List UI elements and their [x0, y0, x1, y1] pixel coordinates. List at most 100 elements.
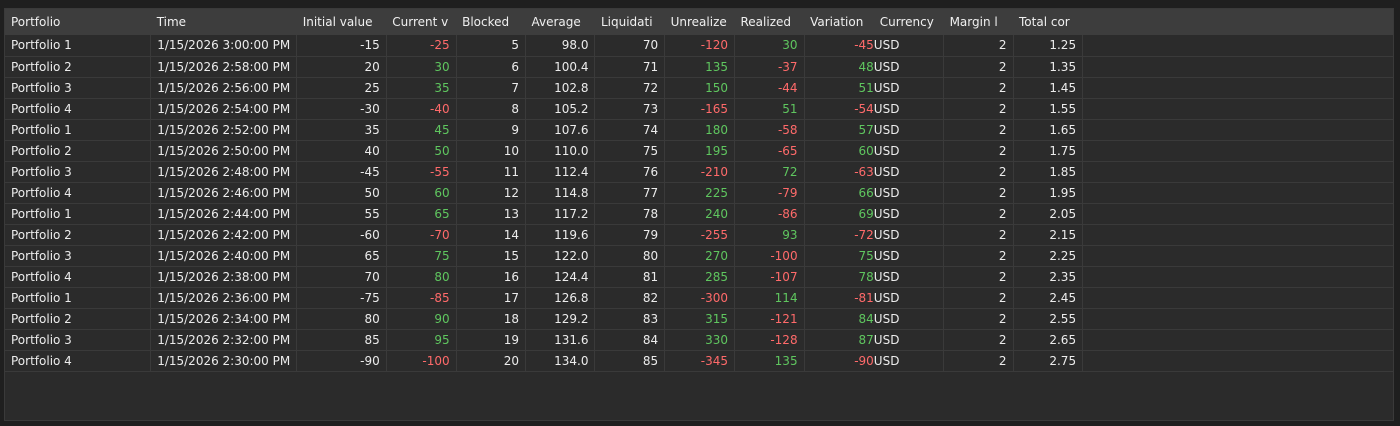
average-cell: 98.0 [525, 35, 596, 57]
liquidation-cell: 71 [594, 56, 666, 78]
table-row[interactable]: Portfolio 4 1/15/2026 2:54:00 PM -30 -40 8 10… [5, 98, 1393, 120]
blocked-cell: 20 [456, 350, 526, 372]
margin-cell: 2 [943, 245, 1014, 267]
column-header-portfolio[interactable]: Portfolio [5, 9, 151, 35]
total-cell: 2.65 [1013, 329, 1084, 351]
column-header-current-value[interactable]: Current v [386, 9, 456, 35]
realized-cell: -86 [734, 203, 805, 225]
average-cell: 110.0 [525, 140, 596, 162]
liquidation-cell: 77 [594, 182, 666, 204]
current-value-cell: -100 [386, 350, 457, 372]
table-row[interactable]: Portfolio 1 1/15/2026 3:00:00 PM -15 -25 5 98… [5, 35, 1393, 57]
portfolio-grid[interactable]: Portfolio Time Initial value Current v Block… [4, 8, 1394, 421]
margin-cell: 2 [943, 119, 1014, 141]
variation-cell: -90 [804, 350, 874, 372]
liquidation-cell: 75 [594, 140, 666, 162]
total-cell: 2.25 [1013, 245, 1084, 267]
column-header-realized[interactable]: Realized [735, 9, 805, 35]
row-filler [1082, 140, 1393, 162]
column-header-blocked[interactable]: Blocked [456, 9, 525, 35]
table-row[interactable]: Portfolio 1 1/15/2026 2:44:00 PM 55 65 13 117… [5, 203, 1393, 225]
blocked-cell: 5 [456, 35, 526, 57]
unrealized-cell: 135 [664, 56, 735, 78]
column-header-liquidation[interactable]: Liquidati [595, 9, 665, 35]
current-value-cell: 35 [386, 77, 457, 99]
average-cell: 134.0 [525, 350, 596, 372]
row-filler [1082, 77, 1393, 99]
table-row[interactable]: Portfolio 3 1/15/2026 2:48:00 PM -45 -55 11 1… [5, 161, 1393, 183]
blocked-cell: 9 [456, 119, 526, 141]
currency-cell: USD [873, 35, 945, 57]
variation-cell: 48 [804, 56, 874, 78]
margin-cell: 2 [943, 224, 1014, 246]
portfolio-cell: Portfolio 3 [5, 245, 152, 267]
initial-value-cell: 25 [296, 77, 387, 99]
table-row[interactable]: Portfolio 4 1/15/2026 2:30:00 PM -90 -100 20… [5, 350, 1393, 372]
table-row[interactable]: Portfolio 2 1/15/2026 2:50:00 PM 40 50 10 110… [5, 140, 1393, 162]
currency-cell: USD [873, 182, 945, 204]
liquidation-cell: 84 [594, 329, 666, 351]
variation-cell: 51 [804, 77, 874, 99]
average-cell: 112.4 [525, 161, 596, 183]
column-header-margin[interactable]: Margin l [944, 9, 1013, 35]
realized-cell: 135 [734, 350, 805, 372]
table-row[interactable]: Portfolio 4 1/15/2026 2:46:00 PM 50 60 12 114… [5, 182, 1393, 204]
current-value-cell: -40 [386, 98, 457, 120]
table-row[interactable]: Portfolio 2 1/15/2026 2:58:00 PM 20 30 6 100.… [5, 56, 1393, 78]
current-value-cell: -85 [386, 287, 457, 309]
table-row[interactable]: Portfolio 3 1/15/2026 2:32:00 PM 85 95 19 131… [5, 329, 1393, 351]
total-cell: 1.35 [1013, 56, 1084, 78]
margin-cell: 2 [943, 329, 1014, 351]
liquidation-cell: 70 [594, 35, 666, 57]
table-row[interactable]: Portfolio 1 1/15/2026 2:36:00 PM -75 -85 17 1… [5, 287, 1393, 309]
total-cell: 1.25 [1013, 35, 1084, 57]
average-cell: 119.6 [525, 224, 596, 246]
column-header-currency[interactable]: Currency [874, 9, 944, 35]
currency-cell: USD [873, 203, 945, 225]
realized-cell: 51 [734, 98, 805, 120]
row-filler [1082, 203, 1393, 225]
variation-cell: -72 [804, 224, 874, 246]
variation-cell: 75 [804, 245, 874, 267]
average-cell: 114.8 [525, 182, 596, 204]
table-header: Portfolio Time Initial value Current v Block… [5, 9, 1393, 35]
margin-cell: 2 [943, 161, 1014, 183]
time-cell: 1/15/2026 2:54:00 PM [150, 98, 298, 120]
column-header-time[interactable]: Time [151, 9, 297, 35]
table-row[interactable]: Portfolio 4 1/15/2026 2:38:00 PM 70 80 16 124… [5, 266, 1393, 288]
table-row[interactable]: Portfolio 2 1/15/2026 2:34:00 PM 80 90 18 129… [5, 308, 1393, 330]
portfolio-cell: Portfolio 4 [5, 182, 152, 204]
blocked-cell: 7 [456, 77, 526, 99]
current-value-cell: 30 [386, 56, 457, 78]
variation-cell: -63 [804, 161, 874, 183]
time-cell: 1/15/2026 2:34:00 PM [150, 308, 298, 330]
table-row[interactable]: Portfolio 3 1/15/2026 2:40:00 PM 65 75 15 122… [5, 245, 1393, 267]
table-row[interactable]: Portfolio 2 1/15/2026 2:42:00 PM -60 -70 14 1… [5, 224, 1393, 246]
time-cell: 1/15/2026 2:42:00 PM [150, 224, 298, 246]
header-row: Portfolio Time Initial value Current v Block… [5, 9, 1393, 35]
column-header-total[interactable]: Total cor [1013, 9, 1083, 35]
portfolio-cell: Portfolio 3 [5, 161, 152, 183]
blocked-cell: 10 [456, 140, 526, 162]
table-row[interactable]: Portfolio 3 1/15/2026 2:56:00 PM 25 35 7 102.… [5, 77, 1393, 99]
initial-value-cell: 40 [296, 140, 387, 162]
unrealized-cell: -120 [664, 35, 735, 57]
total-cell: 1.95 [1013, 182, 1084, 204]
unrealized-cell: 180 [664, 119, 735, 141]
margin-cell: 2 [943, 203, 1014, 225]
total-cell: 1.45 [1013, 77, 1084, 99]
current-value-cell: 65 [386, 203, 457, 225]
current-value-cell: 95 [386, 329, 457, 351]
table-row[interactable]: Portfolio 1 1/15/2026 2:52:00 PM 35 45 9 107.… [5, 119, 1393, 141]
column-header-variation[interactable]: Variation [804, 9, 874, 35]
current-value-cell: 60 [386, 182, 457, 204]
variation-cell: 60 [804, 140, 874, 162]
variation-cell: 78 [804, 266, 874, 288]
column-header-initial-value[interactable]: Initial value [297, 9, 387, 35]
currency-cell: USD [873, 245, 945, 267]
portfolio-cell: Portfolio 1 [5, 119, 152, 141]
column-header-average[interactable]: Average [525, 9, 595, 35]
realized-cell: -44 [734, 77, 805, 99]
currency-cell: USD [873, 140, 945, 162]
column-header-unrealized[interactable]: Unrealize [665, 9, 735, 35]
